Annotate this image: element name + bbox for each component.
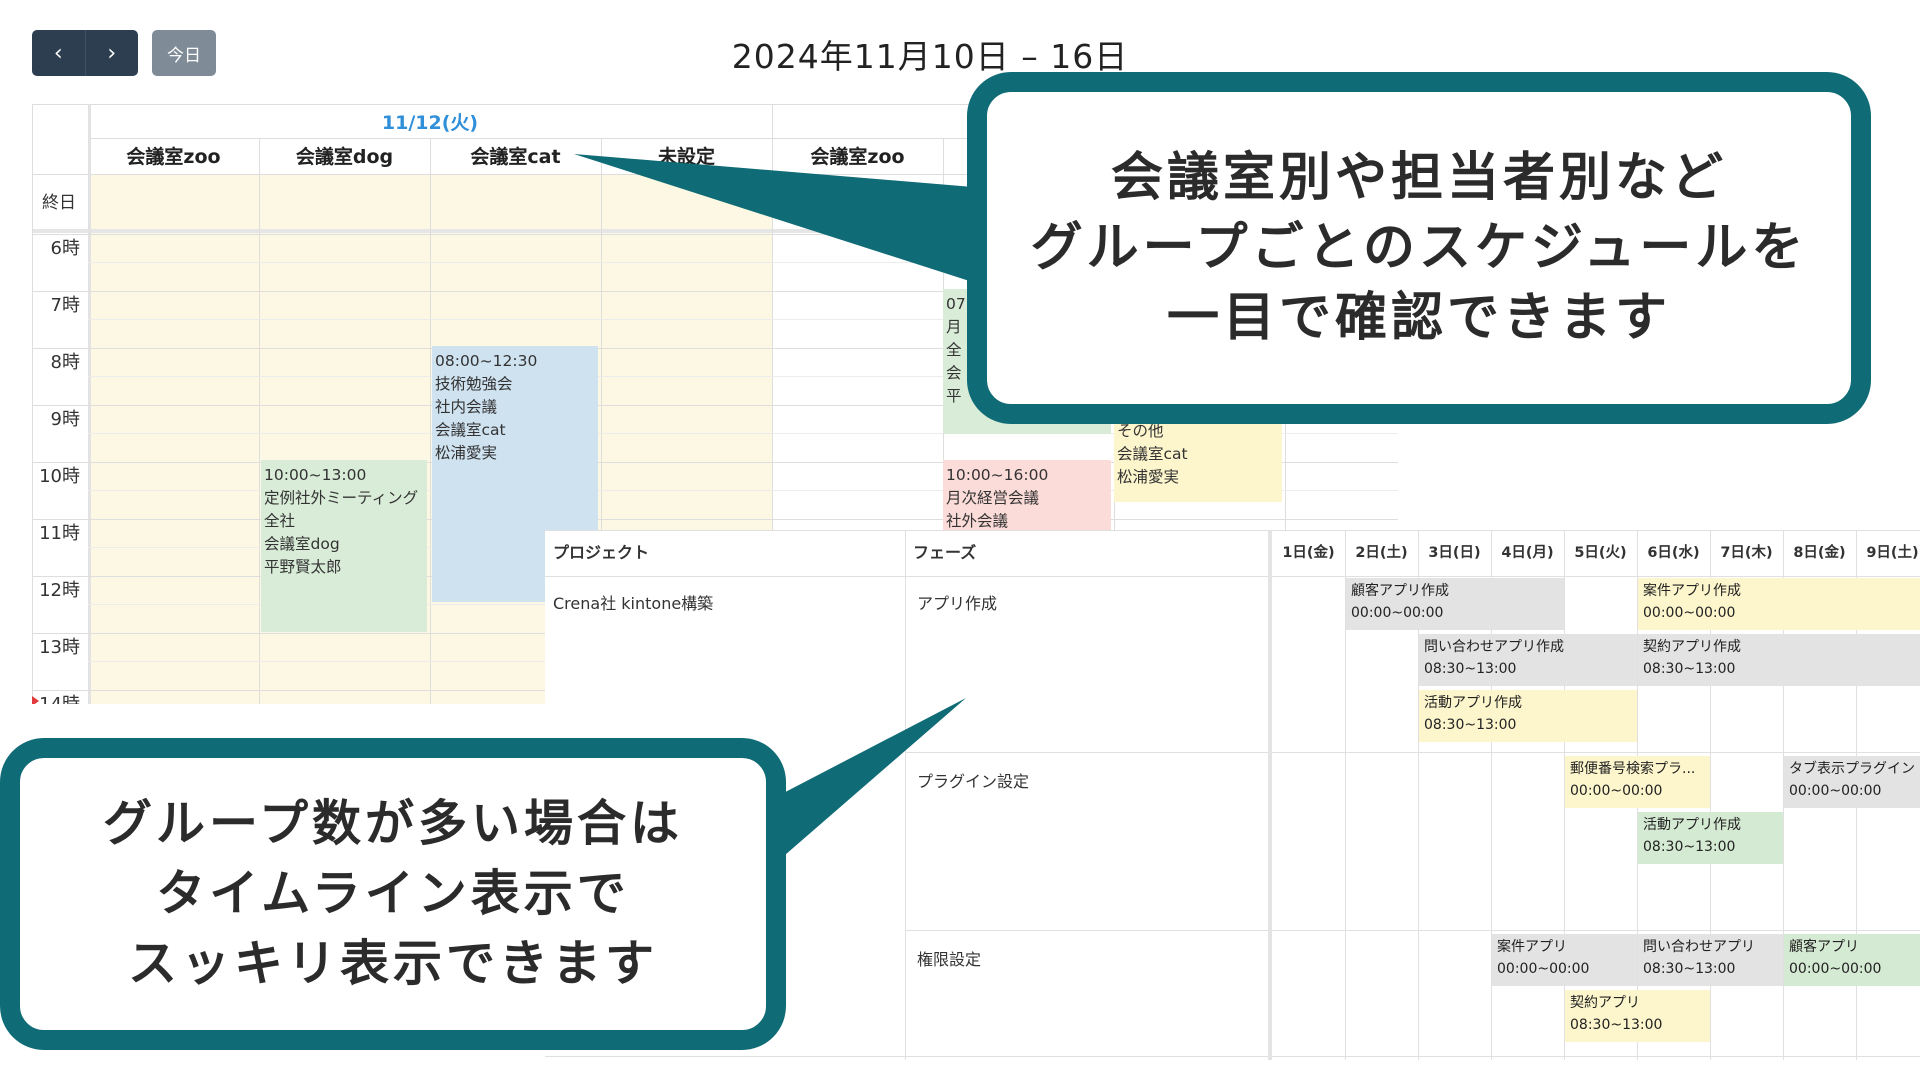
callout-top-tail bbox=[574, 154, 985, 286]
callout-bottom-tail bbox=[770, 698, 966, 868]
callout-text: 会議室別や担当者別など グループごとのスケジュールを 一目で確認できます bbox=[1030, 148, 1808, 348]
callout-timeline-view: グループ数が多い場合は タイムライン表示で スッキリ表示できます bbox=[0, 738, 786, 1050]
callout-group-view: 会議室別や担当者別など グループごとのスケジュールを 一目で確認できます bbox=[967, 72, 1871, 424]
callout-text: グループ数が多い場合は タイムライン表示で スッキリ表示できます bbox=[102, 795, 684, 992]
